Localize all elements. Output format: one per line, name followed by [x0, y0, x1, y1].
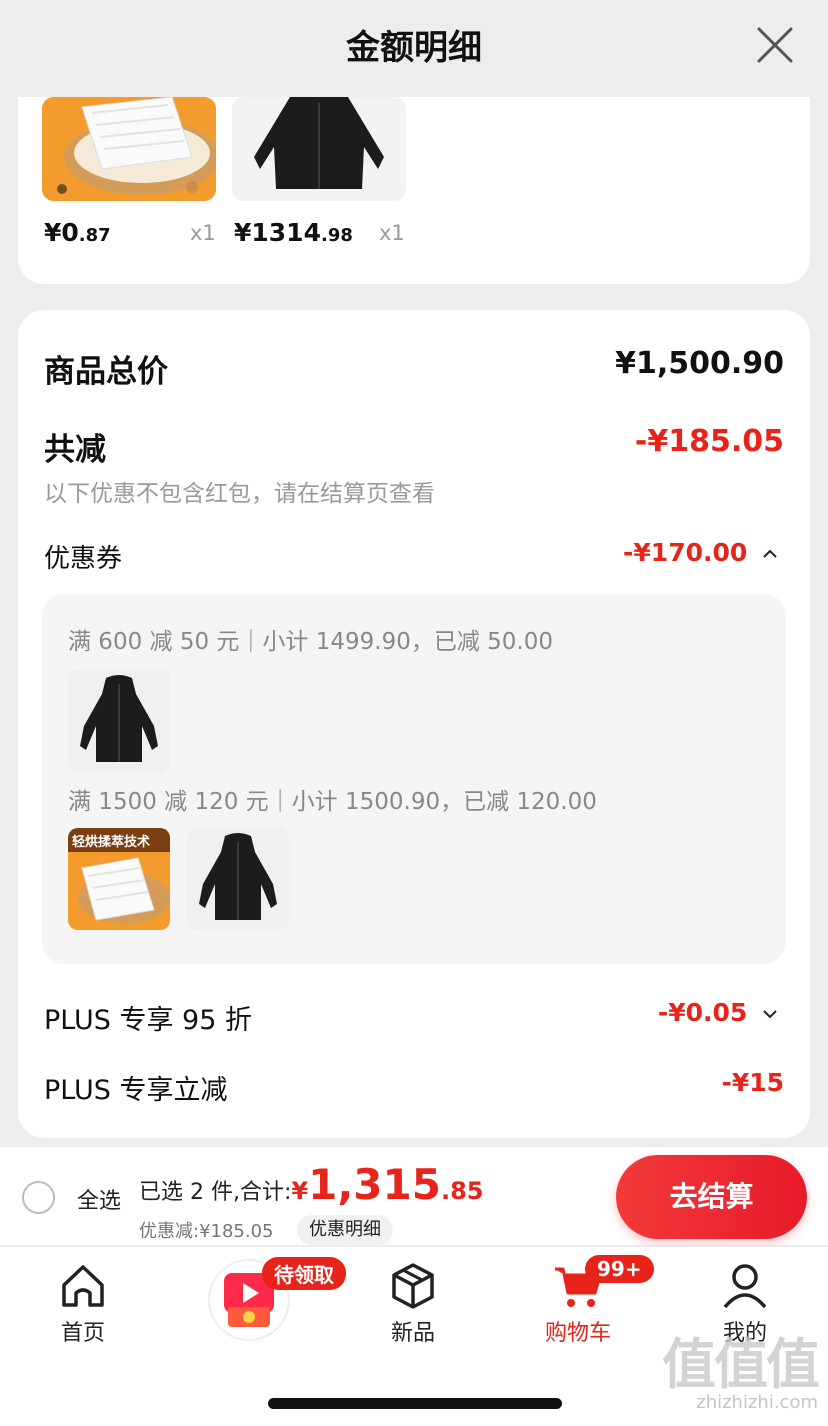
total-off-row: 共减 -¥185.05 [44, 424, 784, 468]
plus-discount-label: PLUS 专享 95 折 [44, 1005, 252, 1036]
item-price-1: ¥0.87 [44, 218, 111, 247]
coupon-breakdown-panel: 满 600 减 50 元｜小计 1499.90，已减 50.00 满 1500 … [42, 594, 786, 964]
tab-cart[interactable]: 购物车 99+ [523, 1255, 654, 1347]
home-indicator[interactable] [268, 1398, 562, 1409]
item-price-2: ¥1314.98 [234, 218, 353, 247]
plus-instant-row: PLUS 专享立减 -¥15 [44, 1068, 784, 1106]
modal-header: 金额明细 [0, 0, 828, 97]
home-icon [62, 1265, 104, 1307]
plus-discount-row[interactable]: PLUS 专享 95 折 -¥0.05 [44, 998, 784, 1036]
coupon-value: -¥170.00 [623, 538, 748, 567]
rule-1-product-jacket[interactable] [68, 670, 170, 772]
chevron-up-icon[interactable] [762, 548, 778, 560]
product-list-card: ¥0.87 x1 ¥1314.98 x1 [18, 97, 810, 284]
discount-amount: 优惠减:¥185.05 [139, 1221, 274, 1242]
coupon-row[interactable]: 优惠券 -¥170.00 [44, 538, 784, 574]
tab-promo[interactable]: 待领取 [194, 1257, 346, 1343]
user-icon [723, 1264, 767, 1309]
page-title: 金额明细 [346, 28, 482, 68]
total-cents: .85 [440, 1177, 484, 1205]
item-qty-1: x1 [190, 221, 216, 245]
total-currency: ¥ [291, 1177, 309, 1205]
rule-2-product-herbal-bag[interactable]: 轻烘揉萃技术 [68, 828, 170, 930]
watermark-logo: 值值值 [662, 1333, 820, 1396]
total-off-label: 共减 [44, 432, 106, 468]
plus-discount-value: -¥0.05 [657, 998, 748, 1027]
chevron-down-icon[interactable] [762, 1008, 778, 1020]
select-all-label[interactable]: 全选 [77, 1183, 121, 1215]
tab-home[interactable]: 首页 [28, 1261, 138, 1347]
plus-instant-value: -¥15 [721, 1068, 784, 1097]
selected-summary: 已选 2 件,合计:¥1,315.85 [139, 1160, 483, 1209]
cart-count-badge: 99+ [585, 1255, 654, 1283]
rule-2-product-jacket[interactable] [187, 828, 289, 930]
product-image-jacket[interactable] [232, 97, 406, 201]
coupon-rule-2: 满 1500 减 120 元｜小计 1500.90，已减 120.00 [68, 789, 597, 815]
select-all-radio[interactable] [22, 1181, 55, 1214]
product-badge: 轻烘揉萃技术 [72, 835, 151, 850]
total-off-value: -¥185.05 [634, 424, 784, 459]
checkout-bar: 全选 已选 2 件,合计:¥1,315.85 优惠减:¥185.05 优惠明细 … [0, 1147, 828, 1245]
note-text: 以下优惠不包含红包，请在结算页查看 [44, 481, 435, 507]
goods-total-label: 商品总价 [44, 354, 168, 390]
coupon-rule-1: 满 600 减 50 元｜小计 1499.90，已减 50.00 [68, 629, 553, 655]
total-amount: 1,315 [308, 1160, 441, 1209]
item-qty-2: x1 [379, 221, 405, 245]
amount-detail-card: 商品总价 ¥1,500.90 共减 -¥185.05 以下优惠不包含红包，请在结… [18, 310, 810, 1138]
checkout-button[interactable]: 去结算 [616, 1155, 807, 1239]
goods-total-value: ¥1,500.90 [615, 346, 784, 381]
selected-count: 已选 2 件,合计: [139, 1180, 292, 1205]
plus-instant-label: PLUS 专享立减 [44, 1075, 228, 1106]
discount-detail-button[interactable]: 优惠明细 [297, 1215, 393, 1245]
coupon-label: 优惠券 [44, 544, 123, 574]
tab-new[interactable]: 新品 [358, 1261, 468, 1347]
cube-box-icon [392, 1263, 434, 1309]
close-icon[interactable] [756, 26, 794, 64]
promo-badge: 待领取 [262, 1257, 346, 1290]
goods-total-row: 商品总价 ¥1,500.90 [44, 346, 784, 390]
product-image-herbal-bag[interactable] [42, 97, 216, 201]
watermark: 值值值 zhizhizhi.com [662, 1333, 820, 1414]
